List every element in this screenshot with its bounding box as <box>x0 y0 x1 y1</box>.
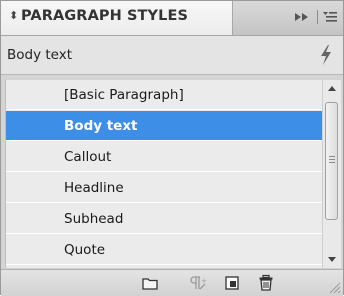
vertical-scrollbar[interactable] <box>322 80 341 268</box>
style-item-label: Body text <box>64 118 138 134</box>
tab-paragraph-styles[interactable]: ⬍ PARAGRAPH STYLES <box>1 1 233 35</box>
trash-icon[interactable] <box>257 274 275 292</box>
toolbar-separator <box>317 10 318 24</box>
tab-sort-arrows-icon: ⬍ <box>9 9 19 22</box>
scrollbar-thumb[interactable] <box>325 102 338 220</box>
resize-grip-icon[interactable] <box>327 280 341 294</box>
style-item-label: Quote <box>64 242 106 258</box>
style-item-callout[interactable]: Callout <box>6 142 322 172</box>
current-style-bar: Body text <box>1 36 343 75</box>
thumb-grip-line <box>329 162 335 163</box>
current-style-label: Body text <box>7 47 73 63</box>
new-group-folder-icon[interactable] <box>141 274 159 292</box>
panel-title: PARAGRAPH STYLES <box>21 8 189 24</box>
style-item-headline[interactable]: Headline <box>6 173 322 203</box>
style-item-body-text[interactable]: Body text <box>6 111 322 141</box>
svg-text:+: + <box>201 277 207 285</box>
style-item-label: Callout <box>64 149 112 165</box>
panel-footer: + <box>1 269 343 296</box>
panel-menu-icon[interactable] <box>321 8 339 26</box>
panel-tab-bar: ⬍ PARAGRAPH STYLES <box>1 1 343 36</box>
styles-list: [Basic Paragraph] Body text Callout Head… <box>5 80 322 268</box>
style-item-basic-paragraph[interactable]: [Basic Paragraph] <box>6 80 322 110</box>
style-item-quote[interactable]: Quote <box>6 235 322 265</box>
paragraph-styles-panel: ⬍ PARAGRAPH STYLES Body text [Basic Para… <box>0 0 344 296</box>
lightning-icon[interactable] <box>317 44 335 66</box>
scroll-up-arrow-icon[interactable] <box>323 80 341 98</box>
double-chevron-right-icon[interactable] <box>293 9 311 25</box>
style-item-subhead[interactable]: Subhead <box>6 204 322 234</box>
thumb-grip-line <box>329 159 335 160</box>
scroll-down-arrow-icon[interactable] <box>323 250 341 268</box>
style-item-label: Subhead <box>64 211 124 227</box>
clear-overrides-icon[interactable]: + <box>189 274 207 292</box>
thumb-grip-line <box>329 156 335 157</box>
style-item-label: Headline <box>64 180 124 196</box>
new-style-icon[interactable] <box>223 274 241 292</box>
style-item-label: [Basic Paragraph] <box>64 87 184 103</box>
